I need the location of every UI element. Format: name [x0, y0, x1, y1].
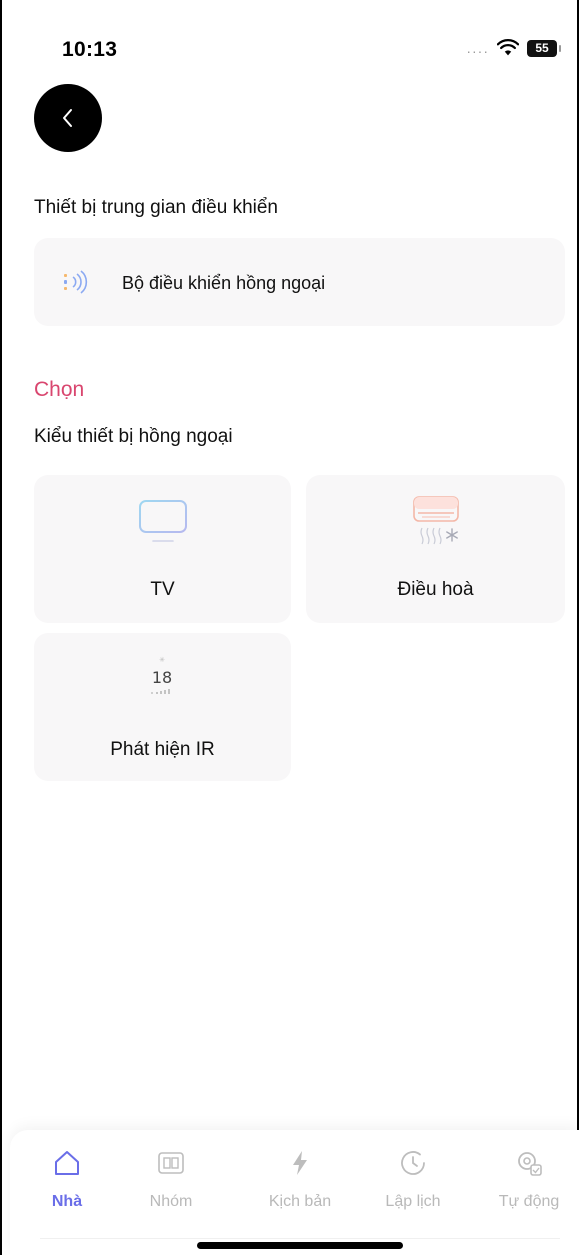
ir-sensor-label: Phát hiện IR [110, 739, 215, 760]
tv-tile[interactable]: TV [34, 475, 291, 623]
svg-text:✳: ✳ [159, 656, 165, 664]
nav-item-automation[interactable]: Tự động [474, 1130, 579, 1230]
hub-section-title: Thiết bị trung gian điều khiển [34, 197, 278, 218]
nav-item-scenario[interactable]: Kịch bản [245, 1130, 355, 1230]
status-indicators: ···· 55 [466, 38, 561, 59]
lightning-icon [293, 1151, 307, 1175]
nav-label-schedule: Lập lịch [385, 1193, 441, 1210]
clock-icon [401, 1151, 425, 1175]
app-frame [0, 0, 579, 1255]
status-bar: 10:13 ···· 55 [0, 0, 579, 80]
ir-signal-icon [64, 270, 88, 294]
air-conditioner-tile[interactable]: Điều hoà [306, 475, 565, 623]
select-label: Chọn [34, 378, 85, 401]
battery-icon: 55 [527, 39, 561, 57]
nav-label-automation: Tự động [498, 1193, 560, 1210]
nav-label-group: Nhóm [149, 1193, 193, 1210]
nav-divider [40, 1238, 560, 1239]
ir-device-type-title: Kiểu thiết bị hồng ngoại [34, 426, 233, 447]
status-time: 10:13 [62, 38, 118, 61]
home-indicator [197, 1242, 403, 1249]
nav-label-scenario: Kịch bản [268, 1193, 332, 1210]
ir-sensor-value: 18 [152, 668, 172, 687]
nav-item-schedule[interactable]: Lập lịch [358, 1130, 468, 1230]
ir-sensor-icon: ✳ 18 [151, 656, 172, 694]
wifi-icon [497, 39, 519, 56]
chevron-left-icon [63, 109, 72, 127]
tv-label: TV [150, 579, 175, 600]
nav-item-group[interactable]: Nhóm [116, 1130, 226, 1230]
cellular-signal-icon: ···· [466, 43, 489, 59]
bottom-nav: Nhà Nhóm Kịch bản Lập lịch Tự động [10, 1130, 579, 1255]
group-icon [158, 1152, 184, 1174]
air-conditioner-label: Điều hoà [397, 579, 474, 600]
nav-label-home: Nhà [51, 1193, 83, 1210]
air-conditioner-icon [413, 496, 459, 545]
automation-gear-icon [518, 1152, 542, 1176]
ir-hub-label: Bộ điều khiển hồng ngoại [122, 273, 326, 293]
home-icon [55, 1151, 79, 1175]
back-button[interactable] [34, 84, 102, 152]
tv-icon [139, 500, 187, 542]
ir-sensor-tile[interactable]: ✳ 18 Phát hiện IR [34, 633, 291, 781]
nav-item-home[interactable]: Nhà [12, 1130, 122, 1230]
